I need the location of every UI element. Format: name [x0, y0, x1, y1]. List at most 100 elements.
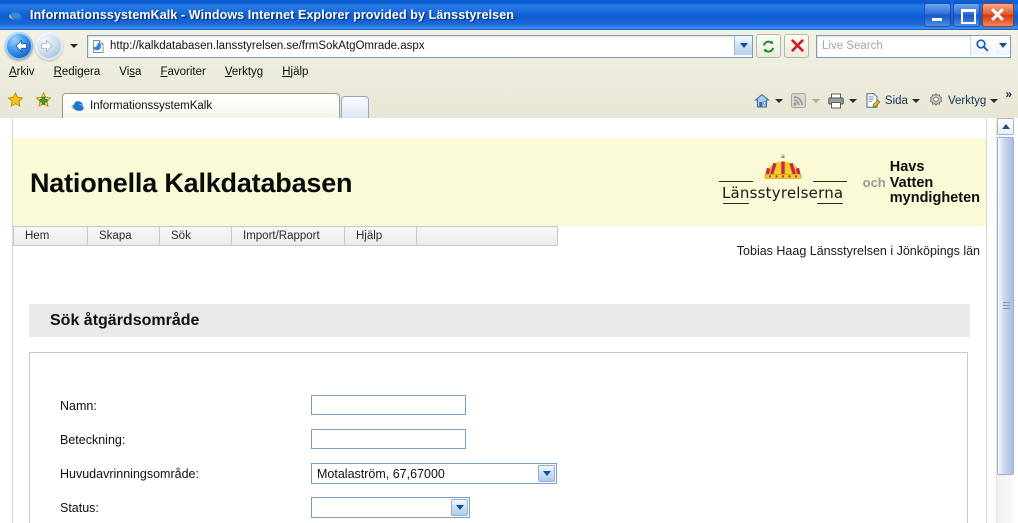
hav-line-3: myndigheten	[889, 190, 980, 206]
window-title: InformationssystemKalk - Windows Interne…	[30, 8, 514, 22]
field-label-namn: Namn:	[60, 399, 97, 413]
field-select-status[interactable]	[311, 497, 470, 518]
menu-item-visa[interactable]: Visa	[119, 66, 141, 78]
scroll-up-button[interactable]	[997, 118, 1014, 135]
page-viewport: Nationella Kalkdatabasen Länsstyrelserna…	[0, 118, 1018, 523]
vertical-scrollbar[interactable]	[996, 118, 1014, 523]
browser-tab-active[interactable]: InformationssystemKalk	[62, 93, 340, 118]
page-icon	[91, 39, 106, 54]
lansstyrelserna-logo: Länsstyrelserna	[718, 150, 847, 205]
hav-line-1: Havs	[889, 159, 925, 175]
hav-och-label: och	[862, 175, 886, 190]
menu-item-arkiv[interactable]: Arkiv	[9, 66, 35, 78]
ie-logo-icon	[7, 7, 24, 24]
menu-bar: Arkiv Redigera Visa Favoriter Verktyg Hj…	[0, 62, 1018, 82]
refresh-button[interactable]	[756, 34, 781, 58]
field-label-beteckning: Beteckning:	[60, 433, 126, 447]
new-tab-button[interactable]	[341, 96, 369, 118]
search-placeholder-text: Live Search	[822, 40, 883, 52]
home-button[interactable]	[751, 90, 785, 112]
feeds-button[interactable]	[788, 90, 822, 112]
print-button[interactable]	[825, 90, 859, 112]
chevron-up-icon	[1001, 124, 1010, 129]
web-page: Nationella Kalkdatabasen Länsstyrelserna…	[0, 118, 997, 523]
chevron-down-icon[interactable]	[538, 465, 555, 482]
menu-item-verktyg[interactable]: Verktyg	[225, 66, 263, 78]
chevron-down-icon	[774, 99, 783, 103]
menu-item-hjalp[interactable]: Hjälp	[282, 66, 308, 78]
nav-tab-filler	[417, 226, 558, 246]
command-toolbar: Sida Verktyg »	[748, 88, 1012, 112]
search-input[interactable]: Live Search	[816, 34, 1011, 58]
hav-line-2: Vatten	[889, 174, 934, 191]
field-input-beteckning[interactable]	[311, 429, 466, 449]
menu-item-favoriter[interactable]: Favoriter	[160, 66, 205, 78]
browser-chrome: http://kalkdatabasen.lansstyrelsen.se/fr…	[0, 30, 1018, 119]
title-bar: InformationssystemKalk - Windows Interne…	[0, 0, 1018, 30]
back-button[interactable]	[5, 32, 33, 60]
page-content: Nationella Kalkdatabasen Länsstyrelserna…	[12, 118, 987, 523]
maximize-button[interactable]	[953, 3, 980, 27]
logo-rule-top	[718, 181, 847, 183]
field-label-huvudavrinningsomrade: Huvudavrinningsområde:	[60, 467, 199, 481]
ie-logo-icon	[70, 99, 85, 114]
logo-group: Länsstyrelserna och Havs Vatten myndighe…	[718, 150, 980, 207]
page-menu-label: Sida	[884, 95, 908, 107]
search-form-card: Namn: Beteckning: Huvudavrinningsområde:…	[29, 352, 968, 523]
address-bar[interactable]: http://kalkdatabasen.lansstyrelsen.se/fr…	[87, 34, 753, 58]
section-header: Sök åtgärdsområde	[29, 304, 970, 337]
minimize-button[interactable]	[924, 3, 951, 27]
nav-tab-skapa[interactable]: Skapa	[88, 226, 160, 246]
add-to-favorites-button[interactable]	[33, 89, 55, 111]
chevron-down-icon	[990, 99, 999, 103]
page-menu-button[interactable]: Sida	[862, 90, 922, 112]
section-title: Sök åtgärdsområde	[50, 311, 200, 329]
address-dropdown-button[interactable]	[734, 35, 752, 55]
site-banner: Nationella Kalkdatabasen Länsstyrelserna…	[13, 138, 986, 226]
nav-tab-sok[interactable]: Sök	[160, 226, 232, 246]
chevron-down-icon	[811, 99, 820, 103]
star-plus-icon	[35, 92, 52, 107]
address-bar-row: http://kalkdatabasen.lansstyrelsen.se/fr…	[0, 30, 1018, 62]
menu-item-redigera[interactable]: Redigera	[54, 66, 101, 78]
search-dropdown-button[interactable]	[995, 35, 1010, 55]
window-controls	[924, 3, 1014, 27]
gear-icon	[927, 92, 945, 110]
tools-menu-label: Verktyg	[947, 95, 987, 107]
forward-button[interactable]	[35, 32, 63, 60]
recent-pages-dropdown[interactable]	[68, 32, 81, 60]
nav-tab-hem[interactable]: Hem	[13, 226, 88, 246]
chevron-down-icon	[739, 42, 748, 48]
printer-icon	[827, 92, 845, 110]
tab-bar: InformationssystemKalk Sida Verktyg »	[0, 82, 1018, 118]
close-button[interactable]	[982, 3, 1014, 27]
logo-rule-bottom	[719, 203, 847, 205]
field-label-status: Status:	[60, 501, 99, 515]
page-title: Nationella Kalkdatabasen	[30, 168, 353, 198]
stop-button[interactable]	[784, 34, 809, 58]
lansstyrelserna-label: Länsstyrelserna	[721, 184, 844, 202]
select-value-huvudavrinningsomrade: Motalaström, 67,67000	[317, 466, 445, 481]
scrollbar-thumb[interactable]	[997, 137, 1014, 475]
field-select-huvudavrinningsomrade[interactable]: Motalaström, 67,67000	[311, 463, 557, 484]
rss-feed-icon	[790, 92, 808, 110]
chevron-down-icon	[848, 99, 857, 103]
hav-words: Havs Vatten myndigheten	[889, 159, 980, 207]
star-icon	[7, 92, 24, 107]
site-navigation: Hem Skapa Sök Import/Rapport Hjälp	[13, 226, 558, 246]
scrollbar-grip	[1003, 302, 1010, 310]
favorites-center-button[interactable]	[5, 89, 27, 111]
nav-tab-import-rapport[interactable]: Import/Rapport	[232, 226, 345, 246]
field-input-namn[interactable]	[311, 395, 466, 415]
logged-in-user: Tobias Haag Länsstyrelsen i Jönköpings l…	[736, 244, 980, 258]
chevron-down-icon[interactable]	[451, 499, 468, 516]
chevron-down-icon	[998, 42, 1007, 48]
nav-tab-hjalp[interactable]: Hjälp	[345, 226, 417, 246]
toolbar-overflow-button[interactable]: »	[1005, 88, 1012, 100]
havs-och-vatten-logo: och Havs Vatten myndigheten	[862, 159, 980, 207]
magnifier-icon	[976, 39, 989, 52]
tools-menu-button[interactable]: Verktyg	[925, 90, 1000, 112]
crown-icon	[758, 153, 808, 180]
search-go-button[interactable]	[970, 35, 993, 55]
home-icon	[753, 92, 771, 110]
